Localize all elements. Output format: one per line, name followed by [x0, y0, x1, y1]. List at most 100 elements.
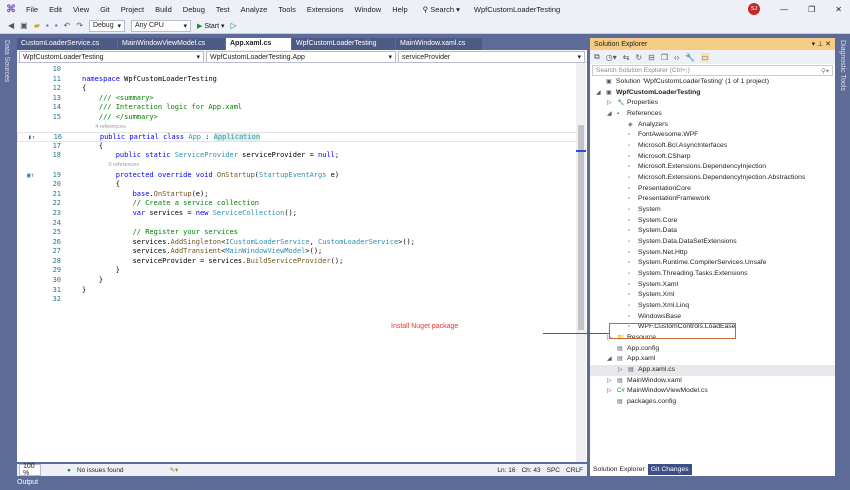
tree-item[interactable]: ▫ Microsoft.Extensions.DependencyInjectio…	[590, 173, 835, 184]
brush-icon[interactable]: ✎▾	[170, 466, 179, 474]
menu-item-tools[interactable]: Tools	[278, 5, 296, 14]
undo-icon[interactable]: ↶	[64, 21, 71, 30]
menu-item-window[interactable]: Window	[355, 5, 382, 14]
tree-item[interactable]: ▫ PresentationCore	[590, 184, 835, 195]
refresh-icon[interactable]: ↻	[635, 53, 642, 62]
switch-views-icon[interactable]: ⧉	[594, 52, 600, 62]
tree-item[interactable]: ▫ System.Data.DataSetExtensions	[590, 237, 835, 248]
document-tab[interactable]: CustomLoaderService.cs	[17, 38, 117, 50]
menu-item-test[interactable]: Test	[216, 5, 230, 14]
show-all-files-icon[interactable]: ❐	[661, 53, 668, 62]
expand-icon[interactable]: ▷	[607, 98, 617, 109]
tree-item[interactable]: ▫ Microsoft.Bcl.AsyncInterfaces	[590, 141, 835, 152]
history-icon[interactable]: ◷▾	[606, 53, 617, 62]
panel-controls[interactable]: ▾ ⊥ ✕	[812, 40, 831, 48]
project-dropdown[interactable]: WpfCustomLoaderTesting ▾	[19, 51, 204, 63]
document-tab[interactable]: WpfCustomLoaderTesting	[292, 38, 395, 50]
menu-item-build[interactable]: Build	[155, 5, 172, 14]
menu-item-analyze[interactable]: Analyze	[241, 5, 268, 14]
tree-item[interactable]: ▫ WindowsBase	[590, 312, 835, 323]
document-tab[interactable]: App.xaml.cs	[226, 38, 291, 50]
tree-item[interactable]: ◢ ▤ App.xaml	[590, 354, 835, 365]
sync-icon[interactable]: ⇆	[623, 53, 630, 62]
start-button[interactable]: ▶ Start ▾	[197, 22, 225, 30]
scrollbar-thumb[interactable]	[578, 125, 584, 330]
tree-item[interactable]: ▫ System.Xml.Linq	[590, 301, 835, 312]
tree-item[interactable]: ▫ System	[590, 205, 835, 216]
search-icon[interactable]: ⚲▾	[821, 67, 829, 75]
codelens-text[interactable]: 4 references	[95, 124, 126, 130]
collapse-icon[interactable]: ◢	[607, 109, 617, 120]
expand-icon[interactable]: ▷	[607, 376, 617, 387]
back-icon[interactable]: ◀	[8, 21, 14, 30]
menu-item-edit[interactable]: Edit	[49, 5, 62, 14]
menu-item-help[interactable]: Help	[392, 5, 407, 14]
search-button[interactable]: ⚲ Search ▾	[423, 5, 460, 14]
platform-select[interactable]: Any CPU ▾	[130, 19, 191, 32]
expand-icon[interactable]: ▷	[607, 386, 617, 397]
tree-item[interactable]: ▫ System.Core	[590, 216, 835, 227]
collapse-all-icon[interactable]: ⊟	[648, 53, 655, 62]
menu-item-project[interactable]: Project	[121, 5, 144, 14]
tree-item[interactable]: ▫ Microsoft.Extensions.DependencyInjectio…	[590, 162, 835, 173]
override-glyph-icon[interactable]: ▣↑	[27, 171, 34, 181]
preview-icon[interactable]: ▭	[701, 52, 709, 62]
minimize-icon[interactable]: —	[780, 5, 788, 14]
tree-item[interactable]: ◢ ▪ References	[590, 109, 835, 120]
zoom-select[interactable]: 100 %	[19, 463, 41, 477]
tree-item[interactable]: ◢ ▣ WpfCustomLoaderTesting	[590, 88, 835, 99]
codelens-references[interactable]: 0 references	[82, 161, 140, 171]
document-tab[interactable]: MainWindow.xaml.cs	[396, 38, 482, 50]
data-sources-tab[interactable]: Data Sources	[3, 40, 10, 82]
configuration-select[interactable]: Debug ▾	[88, 19, 125, 32]
tree-item[interactable]: ▫ FontAwesome.WPF	[590, 130, 835, 141]
tree-item[interactable]: ▣ Solution 'WpfCustomLoaderTesting' (1 of…	[590, 77, 835, 88]
new-item-icon[interactable]: ▣	[20, 21, 28, 30]
menu-item-git[interactable]: Git	[100, 5, 110, 14]
save-icon[interactable]: ▪	[46, 21, 49, 30]
expand-icon[interactable]: ▷	[618, 365, 628, 376]
tree-item[interactable]: ▷ C# MainWindowViewModel.cs	[590, 386, 835, 397]
tree-item[interactable]: ▷ 🔧 Properties	[590, 98, 835, 109]
panel-tab-git-changes[interactable]: Git Changes	[647, 464, 692, 475]
issues-status[interactable]: No issues found	[77, 467, 124, 474]
tree-item[interactable]: ▫ Microsoft.CSharp	[590, 152, 835, 163]
menu-item-extensions[interactable]: Extensions	[307, 5, 344, 14]
save-all-icon[interactable]: ▪	[55, 21, 58, 30]
tree-item[interactable]: ▫ System.Xml	[590, 290, 835, 301]
menu-item-debug[interactable]: Debug	[183, 5, 205, 14]
line-ending[interactable]: CRLF	[566, 467, 583, 474]
restore-icon[interactable]: ❐	[808, 5, 815, 14]
avatar[interactable]: SJ	[748, 3, 761, 15]
whitespace-mode[interactable]: SPC	[547, 467, 560, 474]
tree-item[interactable]: ▷ ▤ MainWindow.xaml	[590, 376, 835, 387]
properties-icon[interactable]: 🔧	[685, 53, 695, 62]
tree-item[interactable]: ▷ ▤ App.xaml.cs	[590, 365, 835, 376]
menu-item-file[interactable]: File	[26, 5, 38, 14]
code-view-icon[interactable]: ‹›	[674, 53, 679, 62]
redo-icon[interactable]: ↷	[76, 21, 83, 30]
tree-item[interactable]: ▫ PresentationFramework	[590, 194, 835, 205]
tree-item[interactable]: ▫ System.Net.Http	[590, 248, 835, 259]
collapse-icon[interactable]: ◢	[607, 354, 617, 365]
start-without-debugging-icon[interactable]: ▷	[231, 21, 237, 30]
codelens-references[interactable]: 4 references	[82, 123, 126, 133]
tree-item[interactable]: ▫ System.Data	[590, 226, 835, 237]
type-dropdown[interactable]: WpfCustomLoaderTesting.App ▾	[206, 51, 396, 63]
tree-item[interactable]: ◈ Analyzers	[590, 120, 835, 131]
close-icon[interactable]: ✕	[835, 5, 842, 14]
codelens-text[interactable]: 0 references	[109, 162, 140, 168]
code-editor[interactable]: 10 11 namespace WpfCustomLoaderTesting 12 {1…	[17, 63, 587, 462]
output-tab[interactable]: Output	[17, 479, 38, 486]
panel-tab-solution-explorer[interactable]: Solution Explorer	[590, 464, 648, 475]
member-dropdown[interactable]: serviceProvider ▾	[398, 51, 585, 63]
menu-item-view[interactable]: View	[73, 5, 89, 14]
solution-search-input[interactable]: Search Solution Explorer (Ctrl+;) ⚲▾	[592, 65, 833, 76]
collapse-icon[interactable]: ◢	[596, 88, 606, 99]
tree-item[interactable]: ▤ packages.config	[590, 397, 835, 408]
diagnostic-tools-tab[interactable]: Diagnostic Tools	[839, 40, 846, 91]
tree-item[interactable]: ▤ App.config	[590, 344, 835, 355]
tree-item[interactable]: ▫ System.Threading.Tasks.Extensions	[590, 269, 835, 280]
document-tab[interactable]: MainWindowViewModel.cs	[118, 38, 225, 50]
tree-item[interactable]: ▫ System.Runtime.CompilerServices.Unsafe	[590, 258, 835, 269]
